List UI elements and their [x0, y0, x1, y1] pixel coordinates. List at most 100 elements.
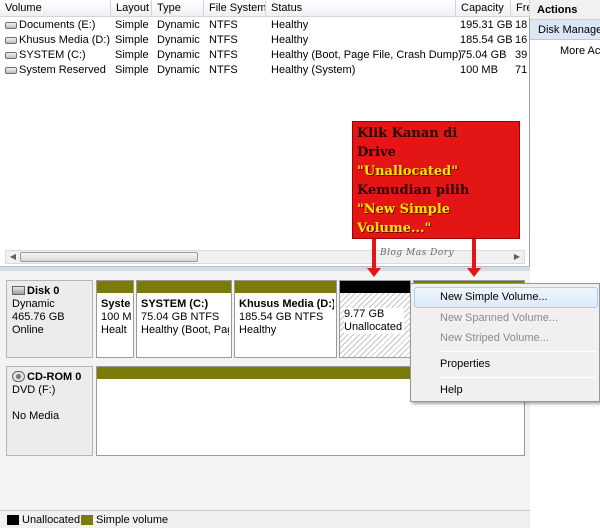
volume-free: 39	[515, 49, 528, 61]
table-row[interactable]: System Reserved Simple Dynamic NTFS Heal…	[0, 63, 530, 78]
volume-layout: Simple	[115, 64, 149, 76]
legend-label-simple: Simple volume	[96, 514, 169, 526]
simple-volume-bar	[137, 281, 231, 293]
volume-type: Dynamic	[157, 64, 200, 76]
cdrom-media: No Media	[12, 410, 60, 422]
partition-khusus-media-d[interactable]: Khusus Media (D:) 185.54 GB NTFS Healthy	[234, 280, 337, 358]
column-header-free-space[interactable]: Fre	[511, 0, 530, 17]
volume-layout: Simple	[115, 34, 149, 46]
actions-group-disk-management[interactable]: Disk Management	[530, 20, 600, 40]
legend-swatch-unallocated	[7, 515, 19, 525]
instruction-annotation: Klik Kanan di Drive "Unallocated" Kemudi…	[352, 121, 520, 239]
column-header-layout[interactable]: Layout	[111, 0, 152, 17]
partition-status: Unallocated	[344, 321, 403, 333]
menu-item-new-spanned-volume[interactable]: New Spanned Volume...	[414, 308, 598, 329]
actions-title: Actions	[530, 0, 600, 20]
column-header-status[interactable]: Status	[266, 0, 456, 17]
partition-system-reserved[interactable]: Syste 100 M Healt	[96, 280, 134, 358]
cdrom-icon	[12, 371, 25, 382]
table-row[interactable]: Khusus Media (D:) Simple Dynamic NTFS He…	[0, 33, 530, 48]
annotation-line: Kemudian pilih	[357, 183, 470, 198]
disk-state: Online	[12, 324, 44, 336]
partition-size: 100 M	[101, 311, 131, 323]
volume-free: 71	[515, 64, 528, 76]
scrollbar-thumb[interactable]	[20, 252, 198, 262]
partition-unallocated[interactable]: 9.77 GB Unallocated	[339, 280, 411, 358]
partition-system-c[interactable]: SYSTEM (C:) 75.04 GB NTFS Healthy (Boot,…	[136, 280, 232, 358]
annotation-line: "New Simple	[357, 202, 451, 217]
blog-watermark: Blog Mas Dory	[380, 248, 455, 258]
volume-free: 18	[515, 19, 528, 31]
volume-type: Dynamic	[157, 19, 200, 31]
annotation-line: Volume..."	[357, 221, 432, 236]
volume-capacity: 75.04 GB	[460, 49, 507, 61]
partition-name: Syste	[101, 298, 131, 310]
disk-0-label[interactable]: Disk 0 Dynamic 465.76 GB Online	[6, 280, 93, 358]
drive-icon	[5, 37, 17, 44]
volume-status: Healthy	[271, 34, 309, 46]
menu-item-help[interactable]: Help	[414, 380, 598, 401]
more-actions-link[interactable]: More Actions	[560, 45, 600, 57]
menu-item-properties[interactable]: Properties	[414, 354, 598, 375]
volume-capacity: 195.31 GB	[460, 19, 513, 31]
cdrom-name: CD-ROM 0	[27, 371, 82, 383]
menu-separator	[438, 351, 596, 352]
actions-pane: Actions Disk Management More Actions	[530, 0, 600, 528]
table-row[interactable]: SYSTEM (C:) Simple Dynamic NTFS Healthy …	[0, 48, 530, 63]
scroll-right-icon[interactable]: ▶	[510, 251, 524, 263]
legend-bar: Unallocated Simple volume	[0, 510, 530, 528]
simple-volume-bar	[235, 281, 336, 293]
volume-name: System Reserved	[19, 64, 106, 76]
column-header-capacity[interactable]: Capacity	[456, 0, 511, 17]
arrow-down-icon	[467, 268, 481, 277]
arrow-down-icon	[367, 268, 381, 277]
volume-fs: NTFS	[209, 19, 238, 31]
disk-type: Dynamic	[12, 298, 55, 310]
annotation-line: "Unallocated"	[357, 164, 459, 179]
volume-capacity: 100 MB	[460, 64, 498, 76]
annotation-line: Drive	[357, 145, 396, 160]
cdrom-0-label[interactable]: CD-ROM 0 DVD (F:) No Media	[6, 366, 93, 456]
column-header-file-system[interactable]: File System	[204, 0, 266, 17]
volume-status: Healthy (Boot, Page File, Crash Dump)	[271, 49, 462, 61]
context-menu: New Simple Volume... New Spanned Volume.…	[410, 283, 600, 402]
menu-item-new-striped-volume[interactable]: New Striped Volume...	[414, 328, 598, 349]
volume-type: Dynamic	[157, 34, 200, 46]
disk-size: 465.76 GB	[12, 311, 65, 323]
cdrom-drive: DVD (F:)	[12, 384, 56, 396]
drive-icon	[5, 22, 17, 29]
volume-status: Healthy	[271, 19, 309, 31]
partition-status: Healt	[101, 324, 127, 336]
legend-swatch-simple	[81, 515, 93, 525]
partition-size: 75.04 GB NTFS	[141, 311, 220, 323]
menu-separator	[438, 377, 596, 378]
partition-size: 185.54 GB NTFS	[239, 311, 324, 323]
volume-name: SYSTEM (C:)	[19, 49, 86, 61]
volume-type: Dynamic	[157, 49, 200, 61]
partition-size: 9.77 GB	[344, 308, 385, 320]
partition-status: Healthy	[239, 324, 277, 336]
volume-status: Healthy (System)	[271, 64, 356, 76]
menu-item-new-simple-volume[interactable]: New Simple Volume...	[414, 287, 598, 308]
arrow-line-menu	[472, 239, 476, 268]
drive-icon	[5, 67, 17, 74]
volume-capacity: 185.54 GB	[460, 34, 513, 46]
volume-fs: NTFS	[209, 64, 238, 76]
volume-fs: NTFS	[209, 34, 238, 46]
volume-layout: Simple	[115, 49, 149, 61]
disk-icon	[12, 286, 25, 295]
volume-layout: Simple	[115, 19, 149, 31]
column-header-volume[interactable]: Volume	[0, 0, 111, 17]
table-row[interactable]: Documents (E:) Simple Dynamic NTFS Healt…	[0, 18, 530, 33]
annotation-line: Klik Kanan di	[357, 126, 458, 141]
arrow-line-unallocated	[372, 239, 376, 268]
volume-name: Documents (E:)	[19, 19, 96, 31]
partition-name: SYSTEM (C:)	[141, 298, 209, 310]
drive-icon	[5, 52, 17, 59]
disk-name: Disk 0	[27, 285, 60, 297]
volume-fs: NTFS	[209, 49, 238, 61]
column-header-type[interactable]: Type	[152, 0, 204, 17]
scroll-left-icon[interactable]: ◀	[6, 251, 20, 263]
partition-name: Khusus Media (D:)	[239, 298, 334, 310]
partition-status: Healthy (Boot, Pag	[141, 324, 229, 336]
